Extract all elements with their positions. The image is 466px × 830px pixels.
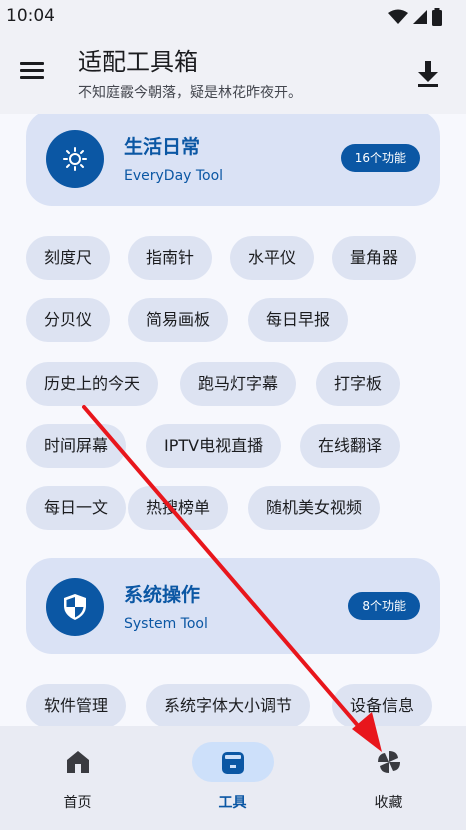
feature-count-badge: 16个功能: [340, 144, 420, 172]
section-card-everyday[interactable]: 生活日常 EveryDay Tool 16个功能: [26, 114, 440, 206]
shield-icon: [64, 594, 86, 620]
nav-item-tools[interactable]: 工具: [155, 726, 310, 830]
status-bar: 10:04: [0, 0, 466, 32]
signal-icon: [413, 10, 427, 24]
nav-pill: [37, 742, 119, 782]
nav-item-home[interactable]: 首页: [0, 726, 155, 830]
tool-chip-ruler[interactable]: 刻度尺: [26, 236, 111, 280]
nav-label: 工具: [218, 795, 247, 811]
menu-button[interactable]: [20, 58, 52, 86]
section-title: 生活日常: [124, 136, 201, 158]
nav-pill: [348, 742, 430, 782]
tool-chip-daily-article[interactable]: 每日一文: [26, 486, 127, 530]
download-button[interactable]: [414, 58, 442, 88]
nav-item-favorites[interactable]: 收藏: [311, 726, 466, 830]
nav-label: 收藏: [374, 795, 403, 811]
tool-list[interactable]: 生活日常 EveryDay Tool 16个功能 刻度尺 指南针 水平仪 量角器…: [0, 114, 466, 726]
toolbox-icon: [221, 752, 244, 774]
home-icon: [66, 751, 89, 773]
section-subtitle: EveryDay Tool: [124, 168, 224, 184]
tool-chip-marquee[interactable]: 跑马灯字幕: [180, 362, 297, 406]
tool-chip-protractor[interactable]: 量角器: [332, 236, 417, 280]
tool-chip-decibel[interactable]: 分贝仪: [26, 298, 111, 342]
tool-chip-hot-search[interactable]: 热搜榜单: [128, 486, 229, 530]
nav-label: 首页: [63, 795, 92, 811]
tool-chip-random-video[interactable]: 随机美女视频: [248, 486, 381, 530]
section-card-system[interactable]: 系统操作 System Tool 8个功能: [26, 558, 440, 654]
app-bar: 适配工具箱 不知庭霰今朝落，疑是林花昨夜开。: [0, 32, 466, 114]
bottom-navigation: 首页 工具 收藏: [0, 726, 466, 830]
tool-chip-compass[interactable]: 指南针: [128, 236, 213, 280]
download-icon: [418, 61, 438, 87]
section-subtitle: System Tool: [124, 616, 208, 632]
tool-chip-translate[interactable]: 在线翻译: [300, 424, 401, 468]
sun-settings-icon: [63, 147, 87, 171]
tool-chip-time-screen[interactable]: 时间屏幕: [26, 424, 127, 468]
section-title: 系统操作: [124, 584, 201, 606]
tool-chip-sketchpad[interactable]: 简易画板: [128, 298, 229, 342]
hamburger-menu-icon: [20, 62, 52, 79]
battery-icon: [432, 8, 442, 26]
tool-chip-iptv[interactable]: IPTV电视直播: [146, 424, 282, 468]
tool-chip-morning-news[interactable]: 每日早报: [248, 298, 349, 342]
tool-chip-app-manager[interactable]: 软件管理: [26, 684, 127, 726]
tool-chip-history-today[interactable]: 历史上的今天: [26, 362, 159, 406]
wifi-icon: [388, 9, 408, 24]
nav-pill-active: [191, 742, 274, 782]
page-title: 适配工具箱: [78, 48, 198, 76]
tool-chip-level[interactable]: 水平仪: [230, 236, 315, 280]
tool-chip-device-info[interactable]: 设备信息: [332, 684, 433, 726]
tool-chip-font-size[interactable]: 系统字体大小调节: [146, 684, 311, 726]
section-icon: [46, 578, 104, 636]
feature-count-badge: 8个功能: [348, 592, 420, 620]
status-icons: [388, 8, 442, 26]
status-time: 10:04: [6, 6, 55, 26]
section-icon: [46, 130, 104, 188]
tool-chip-typing-board[interactable]: 打字板: [316, 362, 401, 406]
page-subtitle: 不知庭霰今朝落，疑是林花昨夜开。: [78, 85, 302, 101]
pinwheel-icon: [377, 751, 400, 773]
